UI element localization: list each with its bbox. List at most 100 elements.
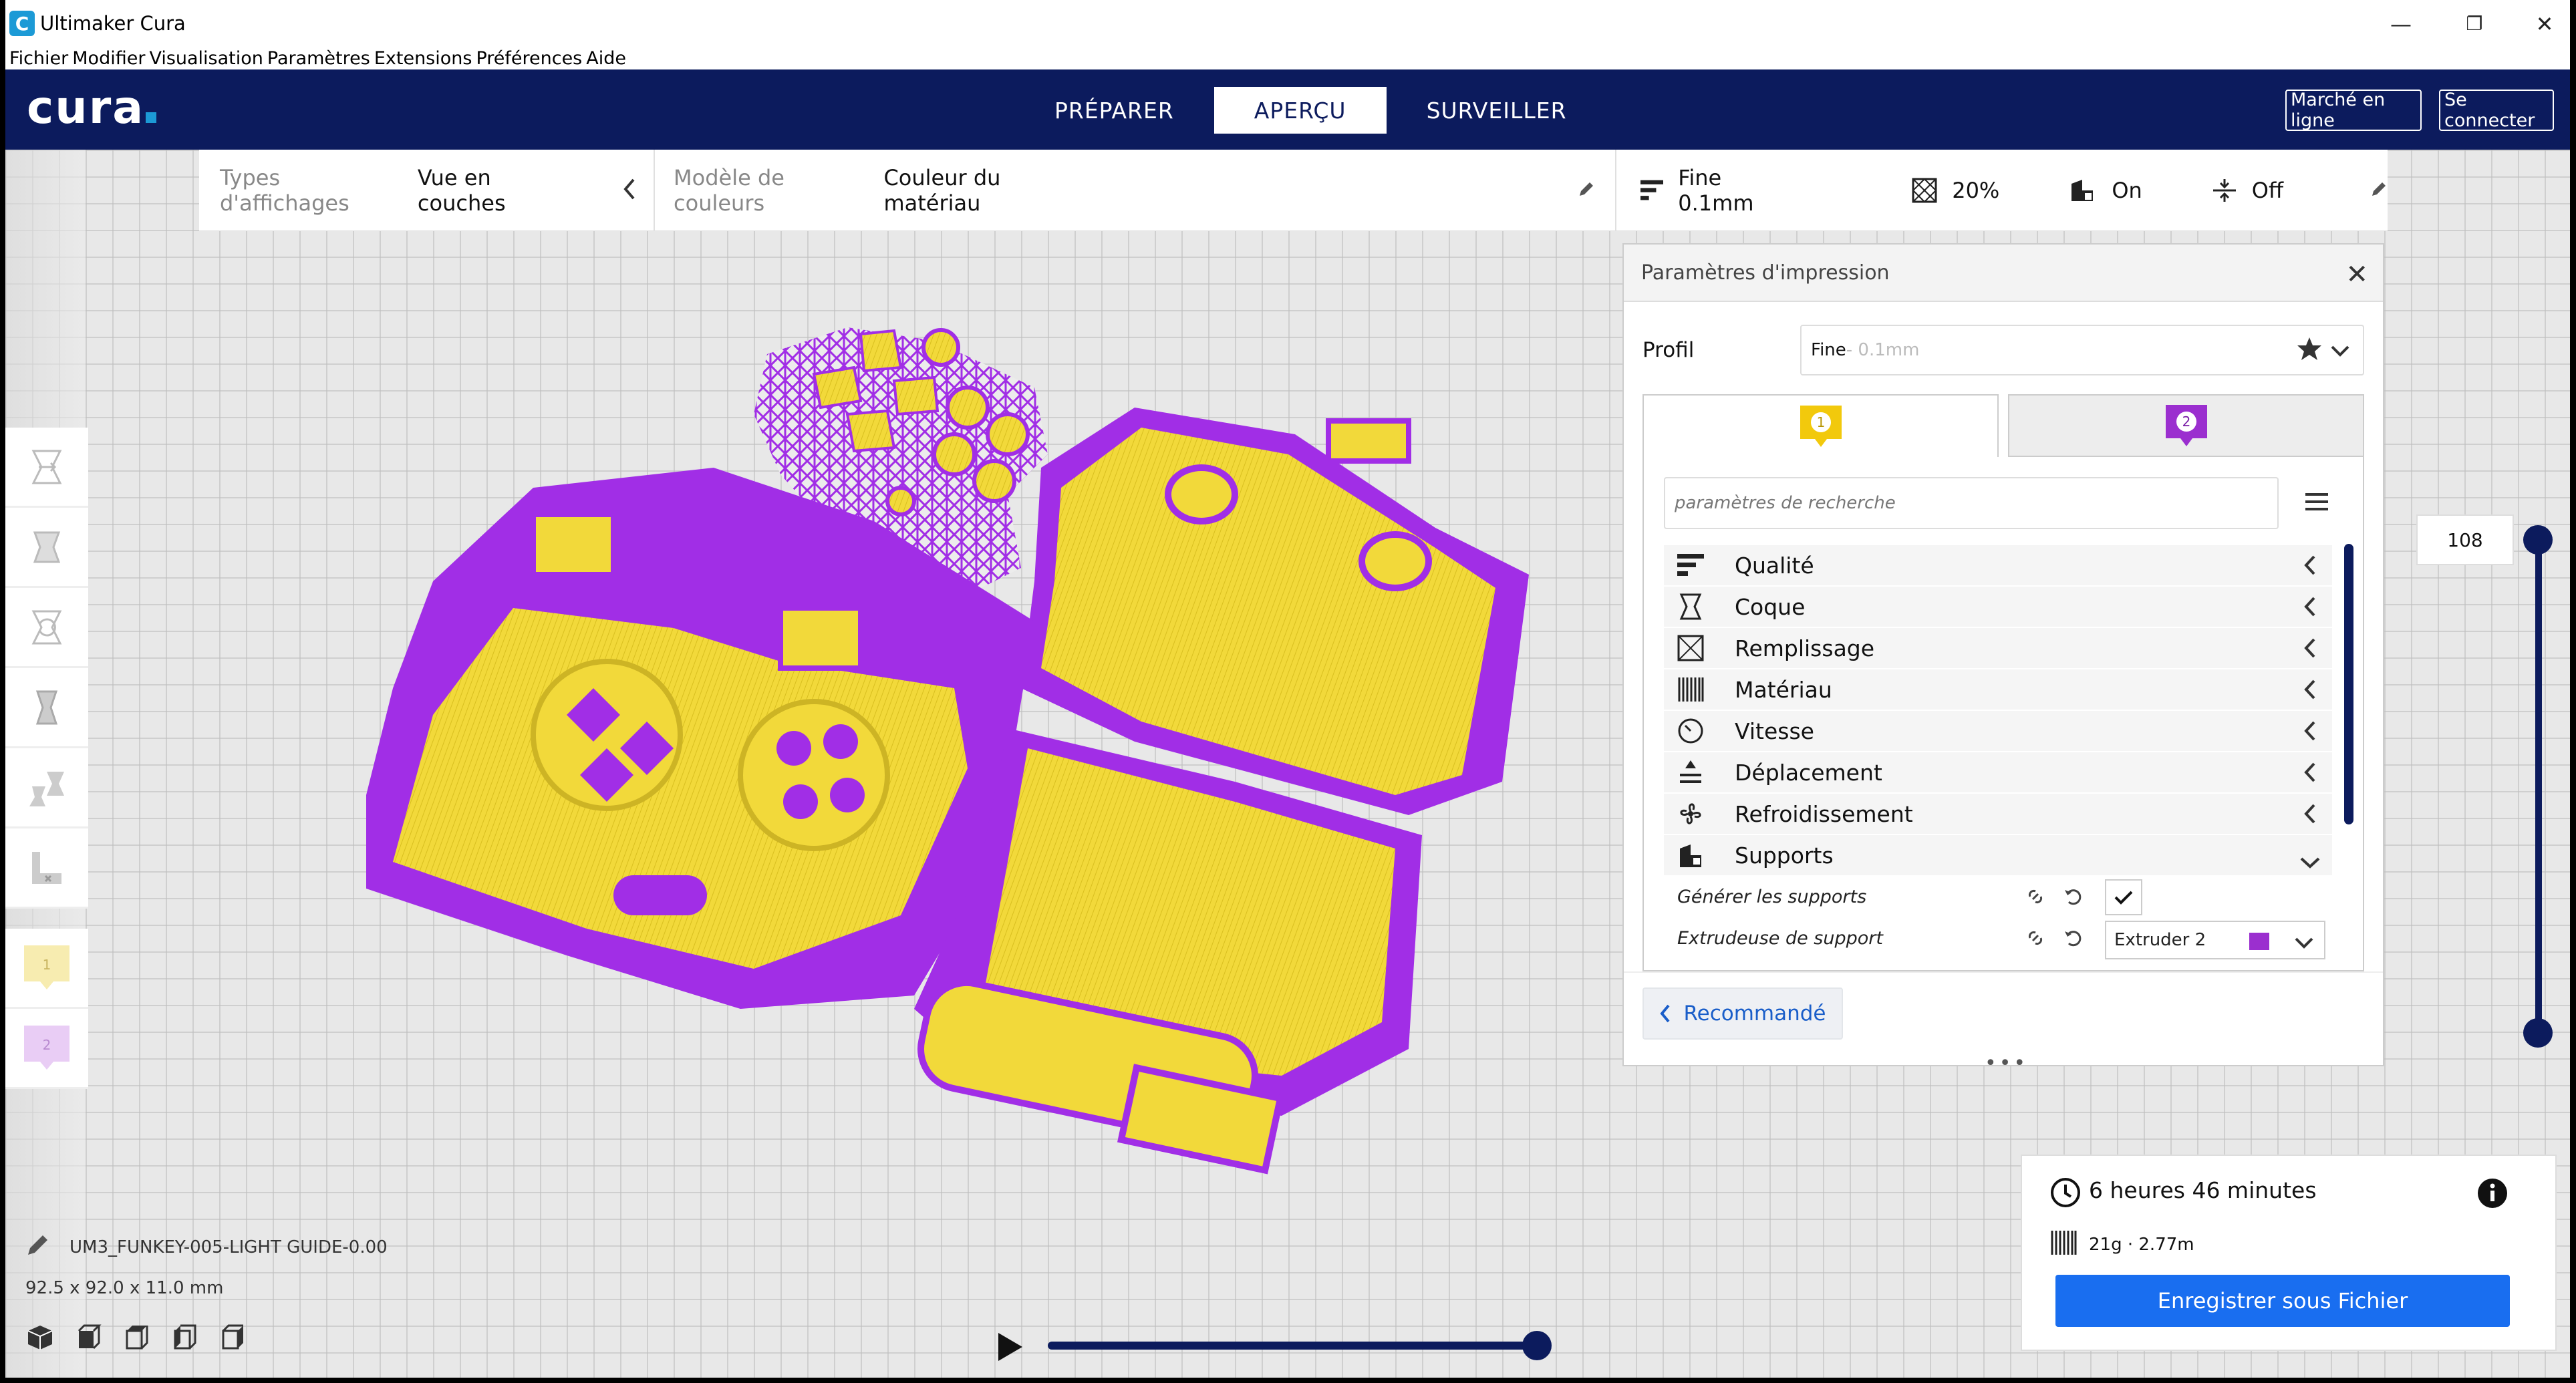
chevron-left-icon — [2304, 637, 2316, 663]
svg-text:2: 2 — [43, 1037, 51, 1053]
category-coque[interactable]: Coque — [1664, 587, 2332, 627]
resize-handle[interactable]: ••• — [1985, 1052, 2028, 1075]
marketplace-button[interactable]: Marché en ligne — [2285, 90, 2422, 131]
layer-slider-bottom-handle[interactable] — [2523, 1018, 2553, 1048]
category-qualite[interactable]: Qualité — [1664, 545, 2332, 585]
path-slider-track[interactable] — [1048, 1342, 1542, 1350]
edit-settings-pencil-icon[interactable] — [2370, 180, 2388, 200]
reset-icon[interactable] — [2062, 886, 2084, 912]
menu-fichier[interactable]: Fichier — [9, 48, 68, 69]
signin-button[interactable]: Se connecter — [2439, 90, 2554, 131]
chevron-down-icon — [2331, 342, 2349, 362]
per-model-settings-button[interactable] — [5, 748, 88, 828]
profile-name: Fine — [1811, 340, 1846, 360]
hamburger-menu-icon[interactable] — [2305, 492, 2328, 514]
chevron-left-icon — [2304, 803, 2316, 829]
support-blocker-button[interactable] — [5, 828, 88, 909]
view-options-bar: Types d'affichages Vue en couches Modèle… — [199, 149, 2388, 231]
minimize-button[interactable]: — — [2371, 5, 2431, 42]
close-window-button[interactable]: ✕ — [2515, 5, 2570, 42]
setting-generer-supports: Générer les supports — [1664, 877, 2332, 917]
rotate-tool-button[interactable] — [5, 588, 88, 668]
category-remplissage[interactable]: Remplissage — [1664, 628, 2332, 668]
mirror-tool-button[interactable] — [5, 668, 88, 748]
menu-parametres[interactable]: Paramètres — [267, 48, 370, 69]
color-scheme-select[interactable]: Couleur du matériau — [883, 165, 1085, 216]
tab-preparer[interactable]: PRÉPARER — [1014, 87, 1214, 134]
layer-slider-top-handle[interactable] — [2523, 525, 2553, 555]
menu-preferences[interactable]: Préférences — [476, 48, 582, 69]
layer-slider[interactable] — [2523, 525, 2553, 1048]
info-icon[interactable] — [2476, 1177, 2509, 1212]
support-extruder-select[interactable]: Extruder 2 — [2105, 921, 2325, 959]
view-top-icon[interactable] — [122, 1323, 151, 1355]
generate-supports-checkbox[interactable] — [2105, 879, 2142, 915]
menu-extensions[interactable]: Extensions — [374, 48, 472, 69]
restore-button[interactable]: ❐ — [2444, 5, 2505, 42]
reset-icon[interactable] — [2062, 927, 2084, 953]
quality-summary[interactable]: Fine 0.1mm — [1640, 165, 1792, 216]
view-right-icon[interactable] — [218, 1323, 247, 1355]
adhesion-icon — [2212, 178, 2236, 202]
category-refroidissement[interactable]: Refroidissement — [1664, 794, 2332, 834]
chevron-down-icon — [2295, 934, 2313, 954]
extruder-1-badge-icon: 1 — [1800, 406, 1842, 447]
link-icon[interactable] — [2025, 886, 2046, 912]
tab-apercu[interactable]: APERÇU — [1213, 87, 1387, 134]
pencil-icon[interactable] — [25, 1233, 49, 1260]
tab-surveiller[interactable]: SURVEILLER — [1387, 87, 1607, 134]
print-time: 6 heures 46 minutes — [2089, 1177, 2317, 1203]
move-tool-button[interactable] — [5, 428, 88, 508]
cura-app-icon: C — [9, 11, 35, 36]
play-icon[interactable] — [996, 1332, 1025, 1365]
category-materiau[interactable]: Matériau — [1664, 669, 2332, 710]
chevron-left-icon[interactable] — [623, 178, 636, 202]
pencil-icon[interactable] — [1578, 180, 1595, 200]
setting-extrudeuse-support: Extrudeuse de support Extruder 2 — [1664, 918, 2332, 959]
menu-visualisation[interactable]: Visualisation — [149, 48, 263, 69]
support-summary[interactable]: On — [2069, 177, 2142, 204]
print-job-panel: 6 heures 46 minutes 21g · 2.77m Enregist… — [2021, 1155, 2557, 1351]
layer-number-field[interactable]: 108 — [2416, 514, 2514, 565]
view-3d-icon[interactable] — [25, 1323, 55, 1355]
path-slider-handle[interactable] — [1522, 1331, 1552, 1360]
menu-bar: Fichier Modifier Visualisation Paramètre… — [5, 47, 2570, 69]
travel-icon — [1664, 759, 1717, 786]
category-vitesse[interactable]: Vitesse — [1664, 711, 2332, 751]
chevron-left-icon — [2304, 555, 2316, 581]
panel-divider — [1624, 971, 2383, 973]
chevron-left-icon — [2304, 596, 2316, 622]
close-icon[interactable]: ✕ — [2345, 259, 2368, 290]
menu-modifier[interactable]: Modifier — [72, 48, 145, 69]
extruder-1-button[interactable]: 1 — [5, 929, 88, 1009]
material-icon — [2050, 1229, 2077, 1259]
menu-aide[interactable]: Aide — [586, 48, 626, 69]
extruder-tab-2[interactable]: 2 — [2008, 394, 2364, 457]
search-input[interactable]: paramètres de recherche — [1664, 477, 2279, 529]
material-icon — [1664, 676, 1717, 703]
star-icon — [2296, 335, 2323, 367]
profile-select[interactable]: Fine - 0.1mm — [1800, 325, 2364, 375]
view-type-select[interactable]: Vue en couches — [418, 165, 571, 216]
settings-scrollbar[interactable] — [2344, 544, 2353, 824]
extruder-tab-1[interactable]: 1 — [1642, 394, 1999, 457]
extruder-2-button[interactable]: 2 — [5, 1009, 88, 1089]
category-supports[interactable]: Supports — [1664, 835, 2332, 875]
object-name[interactable]: UM3_FUNKEY-005-LIGHT GUIDE-0.00 — [69, 1237, 388, 1257]
view-front-icon[interactable] — [74, 1323, 103, 1355]
view-left-icon[interactable] — [170, 1323, 199, 1355]
layer-view-model[interactable] — [366, 314, 1569, 1236]
infill-summary[interactable]: 20% — [1912, 178, 1999, 203]
chevron-left-icon — [2304, 720, 2316, 746]
recommended-button[interactable]: Recommandé — [1642, 987, 1843, 1040]
chevron-left-icon — [2304, 679, 2316, 705]
save-to-file-button[interactable]: Enregistrer sous Fichier — [2055, 1275, 2510, 1327]
svg-text:1: 1 — [43, 957, 51, 973]
print-settings-panel: Paramètres d'impression ✕ Profil Fine - … — [1622, 243, 2384, 1075]
shell-icon — [1664, 593, 1717, 620]
profile-detail: - 0.1mm — [1846, 340, 1920, 360]
adhesion-summary[interactable]: Off — [2212, 178, 2283, 203]
scale-tool-button[interactable] — [5, 508, 88, 588]
link-icon[interactable] — [2025, 927, 2046, 953]
category-deplacement[interactable]: Déplacement — [1664, 752, 2332, 792]
